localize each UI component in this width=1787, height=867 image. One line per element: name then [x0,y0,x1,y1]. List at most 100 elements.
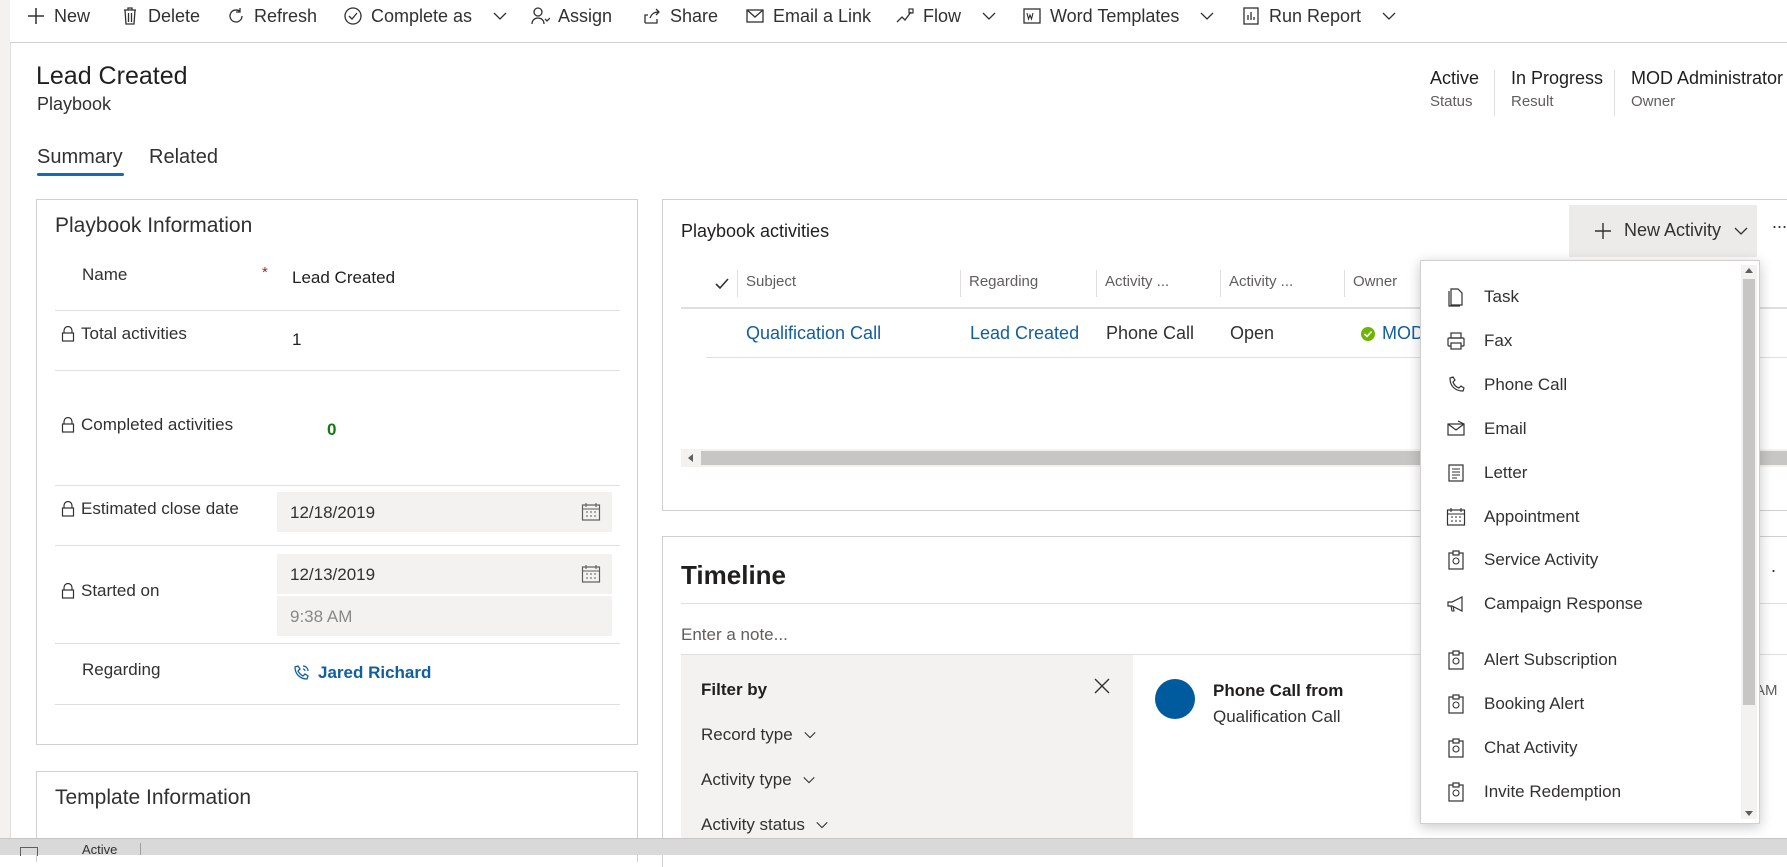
close-icon[interactable] [1093,677,1111,695]
row-owner-link[interactable]: MOD [1382,323,1424,344]
clipboard-icon [1446,738,1466,758]
filter-activity-type-label: Activity type [701,770,792,789]
column-divider [1344,270,1345,297]
assign-label: Assign [558,5,613,26]
started-on-date-field[interactable]: 12/13/2019 [277,554,612,594]
started-on-time-value: 9:38 AM [290,607,353,626]
subgrid-title: Playbook activities [681,221,830,241]
menu-item-task[interactable]: Task [1421,277,1739,317]
column-header-activity-type[interactable]: Activity ... [1105,273,1169,290]
menu-item-fax[interactable]: Fax [1421,321,1739,361]
column-header-owner[interactable]: Owner [1353,273,1397,290]
assign-button[interactable]: Assign [530,0,612,32]
calendar-icon[interactable] [581,502,601,522]
chevron-down-icon[interactable] [1381,8,1397,24]
chevron-down-icon[interactable] [1199,8,1215,24]
timeline-item-subtitle: Qualification Call [1213,707,1341,726]
name-input[interactable]: Lead Created [292,268,395,288]
note-input[interactable]: Enter a note... [681,625,788,645]
tab-related[interactable]: Related [149,146,218,169]
regarding-value[interactable]: Jared Richard [318,663,431,683]
header-status: Active Status [1430,68,1479,110]
complete-as-button[interactable]: Complete as [343,0,508,32]
row-activity-type: Phone Call [1106,323,1195,343]
row-regarding-link[interactable]: Lead Created [970,323,1079,344]
run-report-button[interactable]: Run Report [1241,0,1397,32]
menu-item-invite-redemption[interactable]: Invite Redemption [1421,772,1739,812]
share-label: Share [670,5,719,26]
share-button[interactable]: Share [642,0,718,32]
started-on-time-field[interactable]: 9:38 AM [277,596,612,636]
email-link-button[interactable]: Email a Link [745,0,871,32]
new-activity-label: New Activity [1624,220,1722,240]
menu-item-label: Phone Call [1484,375,1568,394]
completed-activities-label-text: Completed activities [81,415,234,434]
header-result: In Progress Result [1511,68,1603,110]
new-button[interactable]: New [26,0,90,32]
filter-activity-type[interactable]: Activity type [701,770,816,790]
new-activity-button[interactable]: New Activity [1569,205,1757,257]
contact-icon [294,665,309,680]
timeline-item-title[interactable]: Phone Call from [1213,681,1343,701]
estimated-close-date-field[interactable]: 12/18/2019 [277,492,612,532]
row-divider [55,370,620,371]
menu-item-alert-subscription[interactable]: Alert Subscription [1421,640,1739,680]
row-divider [55,485,620,486]
row-subject-link[interactable]: Qualification Call [746,323,881,344]
header-owner: MOD Administrator Owner [1631,68,1787,110]
menu-item-appointment[interactable]: Appointment [1421,497,1739,537]
filter-record-type[interactable]: Record type [701,725,817,745]
email-icon [1446,419,1466,439]
owner-link[interactable]: MOD Administrator [1631,68,1787,89]
scroll-down-icon[interactable] [1745,809,1753,817]
menu-item-service-activity[interactable]: Service Activity [1421,540,1739,580]
more-commands-button[interactable]: ... [1772,212,1787,233]
row-divider [55,704,620,705]
flow-button[interactable]: Flow [895,0,997,32]
delete-button[interactable]: Delete [120,0,200,32]
plus-icon [1595,223,1611,239]
total-activities-label: Total activities [61,324,187,344]
menu-item-label: Booking Alert [1484,694,1585,713]
timeline-more-button[interactable]: . [1771,556,1776,577]
calendar-icon[interactable] [581,564,601,584]
column-header-activity-status[interactable]: Activity ... [1229,273,1293,290]
started-on-date-value: 12/13/2019 [290,565,376,584]
header-divider [1494,70,1495,116]
menu-item-letter[interactable]: Letter [1421,453,1739,493]
activity-avatar [1155,679,1195,719]
menu-item-label: Task [1484,287,1519,306]
regarding-label-text: Regarding [82,660,161,679]
column-header-regarding[interactable]: Regarding [969,273,1038,290]
status-divider [140,843,141,855]
regarding-label: Regarding [82,660,160,680]
chevron-down-icon [804,731,816,739]
word-templates-button[interactable]: Word Templates [1022,0,1215,32]
column-header-subject[interactable]: Subject [746,273,796,290]
column-divider [960,270,961,297]
menu-item-phone-call[interactable]: Phone Call [1421,365,1739,405]
timeline-title: Timeline [681,560,787,590]
open-in-window-icon[interactable] [20,847,38,856]
menu-item-campaign-response[interactable]: Campaign Response [1421,584,1739,624]
calendar-icon [1446,507,1466,527]
chevron-down-icon[interactable] [492,8,508,24]
refresh-label: Refresh [254,5,318,26]
menu-item-booking-alert[interactable]: Booking Alert [1421,684,1739,724]
menu-item-chat-activity[interactable]: Chat Activity [1421,728,1739,768]
task-icon [1446,287,1466,307]
menu-scrollbar-thumb[interactable] [1743,279,1755,705]
result-value: In Progress [1511,68,1604,88]
chevron-down-icon[interactable] [981,8,997,24]
scroll-left-icon[interactable] [687,454,695,462]
refresh-button[interactable]: Refresh [226,0,317,32]
regarding-lookup[interactable]: Jared Richard [292,663,431,683]
row-owner[interactable]: MOD [1360,323,1424,344]
filter-title: Filter by [701,680,768,699]
menu-item-email[interactable]: Email [1421,409,1739,449]
tab-summary[interactable]: Summary [37,146,123,169]
select-all-checkmark-icon[interactable] [713,275,731,293]
scroll-up-icon[interactable] [1745,267,1753,275]
filter-activity-status[interactable]: Activity status [701,815,829,835]
clipboard-icon [1446,550,1466,570]
